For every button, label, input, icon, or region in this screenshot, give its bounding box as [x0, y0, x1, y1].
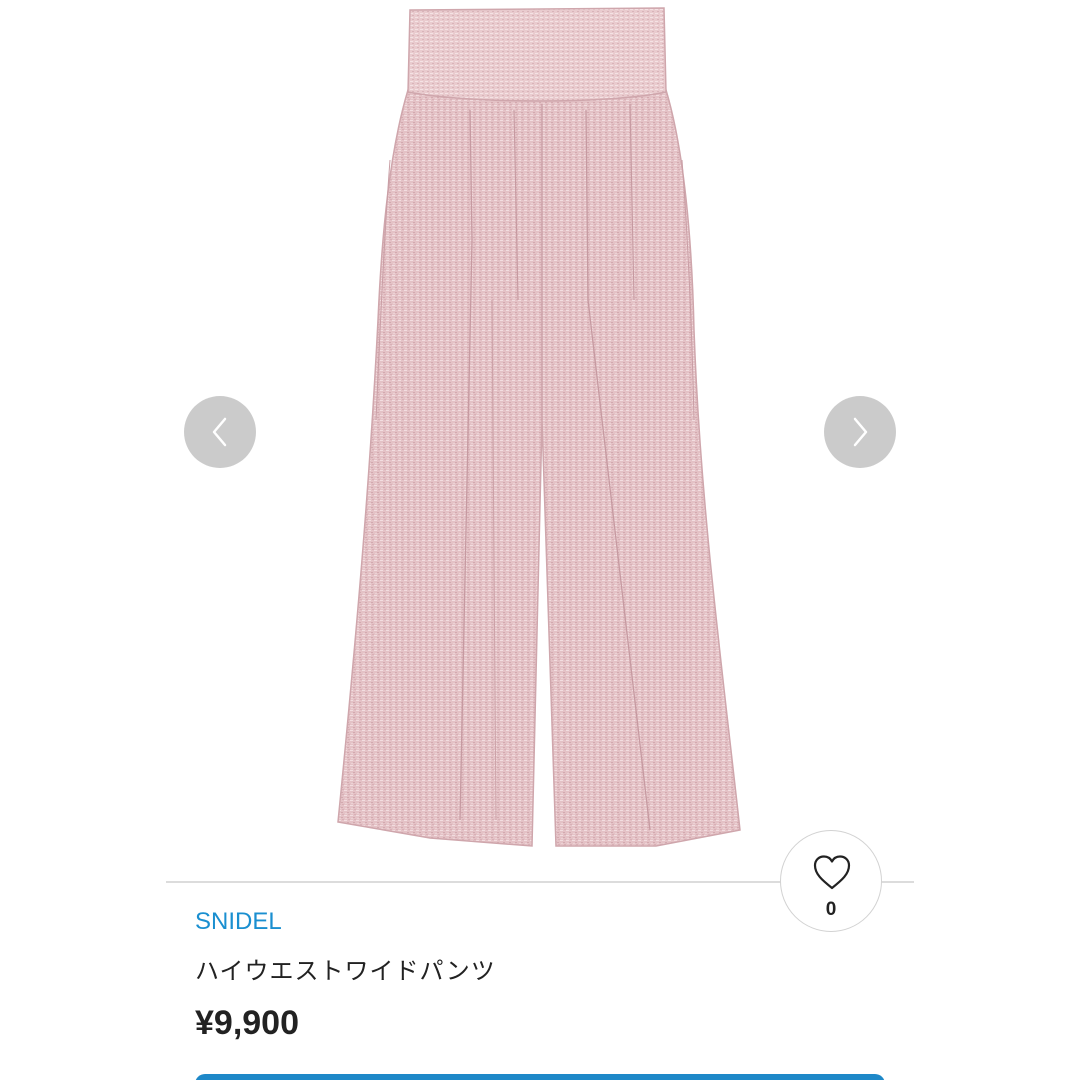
product-image-carousel[interactable]	[0, 0, 1080, 870]
like-button[interactable]: 0	[780, 830, 882, 932]
heart-icon	[813, 855, 851, 890]
product-image	[337, 7, 741, 847]
chevron-right-icon	[853, 417, 868, 447]
product-detail-page: 0 SNIDEL ハイウエストワイドパンツ ¥9,900	[0, 0, 1080, 1080]
carousel-prev-button[interactable]	[184, 396, 256, 468]
purchase-button[interactable]	[195, 1074, 885, 1080]
like-count: 0	[825, 899, 837, 920]
product-title: ハイウエストワイドパンツ	[195, 957, 496, 985]
chevron-left-icon	[212, 417, 227, 447]
product-price: ¥9,900	[195, 1004, 299, 1042]
brand-link[interactable]: SNIDEL	[195, 908, 282, 936]
carousel-next-button[interactable]	[824, 396, 896, 468]
